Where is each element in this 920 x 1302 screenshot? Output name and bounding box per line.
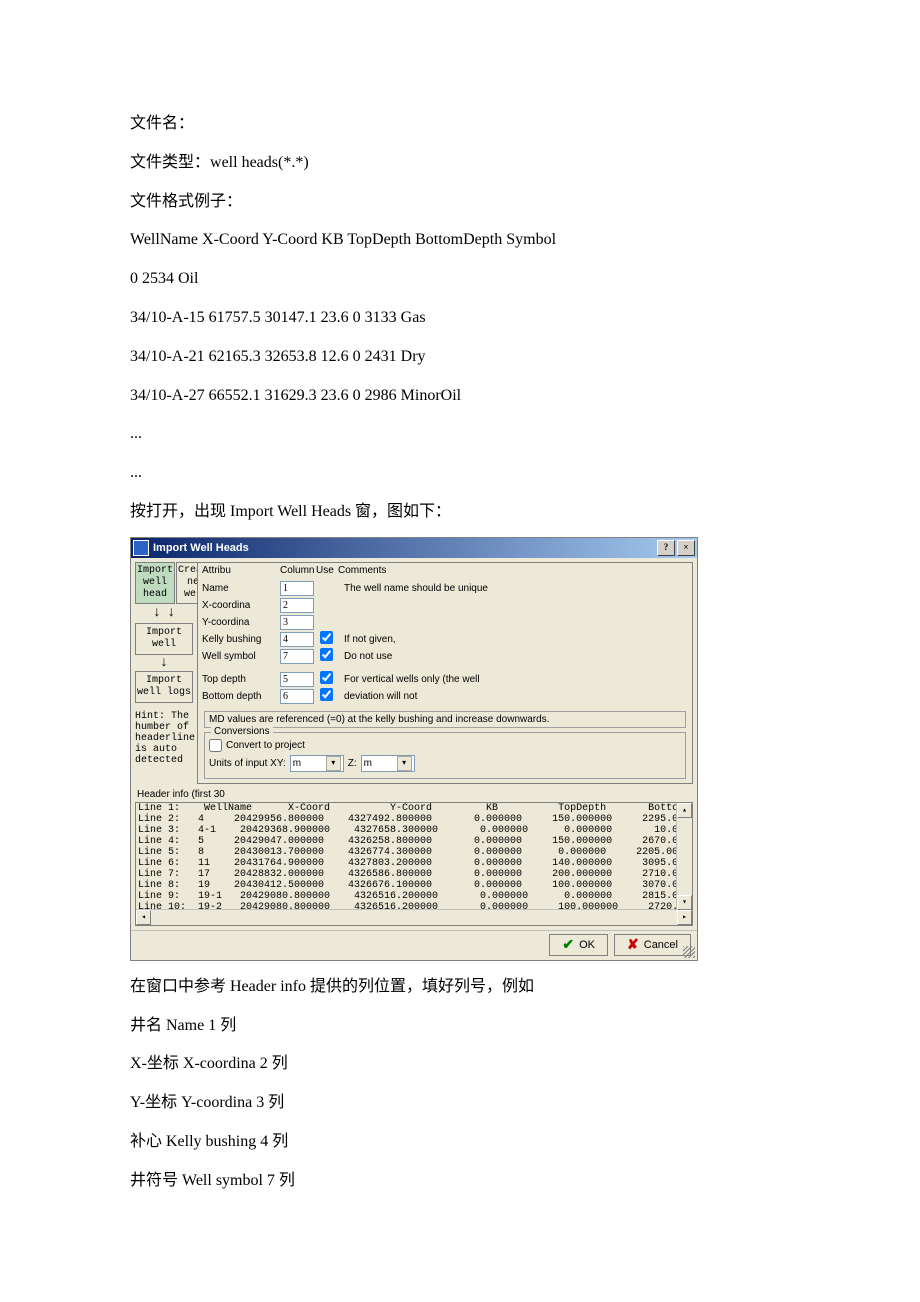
attr-comment: The well name should be unique — [342, 583, 688, 594]
use-checkbox[interactable] — [320, 671, 333, 684]
arrow-down-icon: ↓ — [167, 607, 175, 619]
z-label: Z: — [348, 758, 357, 769]
attr-row-symbol: Well symbol Do not use — [202, 648, 688, 665]
help-button[interactable]: ? — [657, 540, 675, 556]
column-input[interactable] — [280, 598, 314, 613]
convert-to-project-label: Convert to project — [226, 740, 305, 751]
tab-import-well-head[interactable]: Import well head — [135, 562, 175, 604]
para-filename: 文件名： — [130, 110, 790, 139]
column-input[interactable] — [280, 672, 314, 687]
header-info-listbox[interactable]: Line 1: WellName X-Coord Y-Coord KB TopD… — [135, 802, 693, 926]
attr-label: Bottom depth — [202, 691, 280, 702]
attr-label: X-coordina — [202, 600, 280, 611]
attr-row-bottomdepth: Bottom depth deviation will not — [202, 688, 688, 705]
scroll-right-icon[interactable]: ▸ — [677, 910, 692, 925]
close-icon: ✘ — [627, 936, 639, 953]
para-filetype: 文件类型：well heads(*.*) — [130, 149, 790, 178]
button-bar: ✔ OK ✘ Cancel — [131, 930, 697, 960]
para-row-1: 34/10-A-15 61757.5 30147.1 23.6 0 3133 G… — [130, 304, 790, 333]
conversions-legend: Conversions — [211, 726, 273, 737]
units-label: Units of input XY: — [209, 758, 286, 769]
check-icon: ✔ — [562, 936, 574, 953]
attr-comment: For vertical wells only (the well — [342, 674, 688, 685]
header-info-label: Header info (first 30 — [133, 786, 695, 802]
use-checkbox[interactable] — [320, 631, 333, 644]
attr-label: Kelly bushing — [202, 634, 280, 645]
attr-row-name: Name The well name should be unique — [202, 580, 688, 597]
para-row-0: 0 2534 Oil — [130, 265, 790, 294]
cancel-button[interactable]: ✘ Cancel — [614, 934, 691, 956]
attr-row-ycoord: Y-coordina — [202, 614, 688, 631]
attr-label: Top depth — [202, 674, 280, 685]
attr-label: Y-coordina — [202, 617, 280, 628]
attr-row-kb: Kelly bushing If not given, — [202, 631, 688, 648]
resize-grip-icon[interactable] — [683, 946, 695, 958]
attr-comment: Do not use — [342, 651, 688, 662]
para-dots-2: ... — [130, 459, 790, 488]
attribute-header: Attribu Column Use Comments — [202, 565, 688, 576]
dialog-title: Import Well Heads — [153, 542, 655, 554]
para-instruction: 在窗口中参考 Header info 提供的列位置，填好列号，例如 — [130, 973, 790, 1002]
column-input[interactable] — [280, 615, 314, 630]
para-open: 按打开，出现 Import Well Heads 窗，图如下： — [130, 498, 790, 527]
use-checkbox[interactable] — [320, 688, 333, 701]
para-format-ex: 文件格式例子： — [130, 188, 790, 217]
para-col-symbol: 井符号 Well symbol 7 列 — [130, 1167, 790, 1196]
md-reference-note: MD values are referenced (=0) at the kel… — [204, 711, 686, 728]
z-unit-select[interactable]: m▾ — [361, 755, 415, 772]
app-icon — [133, 540, 149, 556]
attr-comment: If not given, — [342, 634, 688, 645]
para-col-kb: 补心 Kelly bushing 4 列 — [130, 1128, 790, 1157]
scroll-up-icon[interactable]: ▴ — [677, 803, 692, 818]
import-well-heads-dialog: Import Well Heads ? × Import well head C… — [130, 537, 698, 961]
horizontal-scrollbar[interactable]: ◂ ▸ — [136, 909, 692, 925]
para-dots-1: ... — [130, 420, 790, 449]
ok-button[interactable]: ✔ OK — [549, 934, 608, 956]
chevron-down-icon: ▾ — [397, 756, 412, 771]
scroll-left-icon[interactable]: ◂ — [136, 910, 151, 925]
titlebar[interactable]: Import Well Heads ? × — [131, 538, 697, 558]
column-input[interactable] — [280, 649, 314, 664]
attr-label: Name — [202, 583, 280, 594]
para-row-3: 34/10-A-27 66552.1 31629.3 23.6 0 2986 M… — [130, 382, 790, 411]
use-checkbox[interactable] — [320, 648, 333, 661]
column-input[interactable] — [280, 632, 314, 647]
column-input[interactable] — [280, 689, 314, 704]
import-well-logs-button[interactable]: Import well logs — [135, 671, 193, 703]
para-row-2: 34/10-A-21 62165.3 32653.8 12.6 0 2431 D… — [130, 343, 790, 372]
import-well-button[interactable]: Import well — [135, 623, 193, 655]
convert-to-project-checkbox[interactable] — [209, 739, 222, 752]
attr-row-xcoord: X-coordina — [202, 597, 688, 614]
para-col-name: 井名 Name 1 列 — [130, 1012, 790, 1041]
attr-comment: deviation will not — [342, 691, 688, 702]
attr-row-topdepth: Top depth For vertical wells only (the w… — [202, 671, 688, 688]
arrow-down-icon: ↓ — [153, 607, 161, 619]
hint-text: Hint: The humber of headerline is auto d… — [135, 711, 193, 766]
scroll-down-icon[interactable]: ▾ — [677, 895, 692, 910]
column-input[interactable] — [280, 581, 314, 596]
conversions-group: Conversions Convert to project Units of … — [204, 732, 686, 779]
header-info-content: Line 1: WellName X-Coord Y-Coord KB TopD… — [136, 803, 692, 909]
attr-label: Well symbol — [202, 651, 280, 662]
chevron-down-icon: ▾ — [326, 756, 341, 771]
xy-unit-select[interactable]: m▾ — [290, 755, 344, 772]
para-header-line: WellName X-Coord Y-Coord KB TopDepth Bot… — [130, 226, 790, 255]
vertical-scrollbar[interactable]: ▴ ▾ — [676, 803, 692, 910]
arrow-down-icon: ↓ — [135, 657, 193, 669]
para-col-y: Y-坐标 Y-coordina 3 列 — [130, 1089, 790, 1118]
para-col-x: X-坐标 X-coordina 2 列 — [130, 1050, 790, 1079]
left-column: Import well head Create new well ↓ ↓ Imp… — [133, 560, 195, 768]
close-button[interactable]: × — [677, 540, 695, 556]
